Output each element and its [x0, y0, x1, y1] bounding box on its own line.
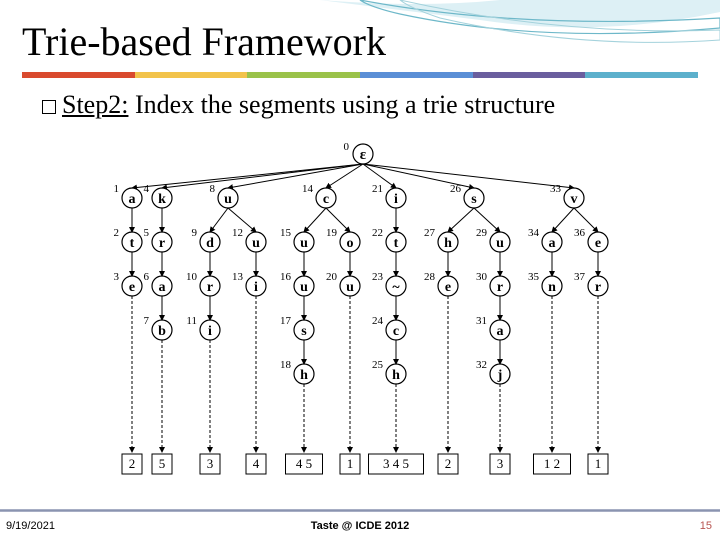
- svg-text:34: 34: [528, 227, 540, 239]
- svg-text:1: 1: [114, 183, 120, 195]
- svg-text:e: e: [595, 236, 601, 251]
- svg-text:u: u: [300, 280, 308, 295]
- svg-text:20: 20: [326, 271, 338, 283]
- svg-text:u: u: [300, 236, 308, 251]
- footer-date: 9/19/2021: [6, 520, 55, 532]
- svg-text:32: 32: [476, 359, 487, 371]
- svg-text:2: 2: [445, 456, 452, 471]
- svg-text:27: 27: [424, 227, 436, 239]
- bullet-icon: [42, 100, 56, 114]
- svg-text:37: 37: [574, 271, 586, 283]
- svg-text:u: u: [224, 192, 232, 207]
- svg-text:n: n: [548, 280, 556, 295]
- svg-text:4: 4: [253, 456, 260, 471]
- svg-text:13: 13: [232, 271, 244, 283]
- svg-text:d: d: [206, 236, 214, 251]
- footer-divider: [0, 509, 720, 512]
- svg-text:2: 2: [129, 456, 136, 471]
- svg-text:10: 10: [186, 271, 198, 283]
- svg-text:14: 14: [302, 183, 314, 195]
- svg-text:24: 24: [372, 315, 384, 327]
- trie-diagram: ε0a1k4u8c14i21s26v33t2e32r5a6b75d9r10i11…: [98, 136, 628, 486]
- svg-text:28: 28: [424, 271, 436, 283]
- svg-text:r: r: [207, 280, 213, 295]
- svg-text:c: c: [393, 324, 399, 339]
- svg-text:r: r: [497, 280, 503, 295]
- svg-text:15: 15: [280, 227, 292, 239]
- svg-text:11: 11: [186, 315, 197, 327]
- svg-text:a: a: [549, 236, 556, 251]
- accent-color-bar: [22, 72, 698, 78]
- svg-text:3: 3: [207, 456, 214, 471]
- svg-text:5: 5: [159, 456, 166, 471]
- svg-text:e: e: [445, 280, 451, 295]
- svg-text:25: 25: [372, 359, 384, 371]
- svg-text:r: r: [159, 236, 165, 251]
- svg-text:e: e: [129, 280, 135, 295]
- svg-text:u: u: [496, 236, 504, 251]
- svg-text:i: i: [208, 324, 212, 339]
- svg-text:3 4 5: 3 4 5: [383, 456, 409, 471]
- svg-text:s: s: [301, 324, 307, 339]
- svg-text:12: 12: [232, 227, 243, 239]
- svg-text:a: a: [497, 324, 504, 339]
- subtitle-step: Step2:: [62, 90, 128, 119]
- svg-text:v: v: [571, 192, 578, 207]
- svg-text:a: a: [129, 192, 136, 207]
- svg-text:i: i: [394, 192, 398, 207]
- svg-text:h: h: [392, 368, 400, 383]
- svg-text:30: 30: [476, 271, 488, 283]
- svg-text:ε: ε: [360, 147, 367, 163]
- svg-text:29: 29: [476, 227, 488, 239]
- svg-text:18: 18: [280, 359, 292, 371]
- svg-text:i: i: [254, 280, 258, 295]
- svg-text:1: 1: [347, 456, 354, 471]
- footer-page-number: 15: [700, 520, 712, 532]
- svg-text:b: b: [158, 324, 166, 339]
- svg-text:16: 16: [280, 271, 292, 283]
- svg-text:~: ~: [392, 280, 400, 295]
- svg-text:a: a: [159, 280, 166, 295]
- svg-text:t: t: [130, 236, 135, 251]
- svg-text:s: s: [471, 192, 477, 207]
- svg-text:c: c: [323, 192, 329, 207]
- svg-text:h: h: [444, 236, 452, 251]
- subtitle-text: Index the segments using a trie structur…: [128, 90, 555, 119]
- slide-subtitle: Step2: Index the segments using a trie s…: [42, 90, 555, 120]
- svg-text:5: 5: [144, 227, 150, 239]
- svg-text:8: 8: [210, 183, 216, 195]
- svg-text:3: 3: [114, 271, 120, 283]
- svg-text:31: 31: [476, 315, 487, 327]
- svg-text:26: 26: [450, 183, 462, 195]
- svg-text:1: 1: [595, 456, 602, 471]
- slide-title: Trie-based Framework: [22, 18, 386, 65]
- svg-text:4: 4: [144, 183, 150, 195]
- svg-text:9: 9: [192, 227, 198, 239]
- svg-text:0: 0: [344, 141, 350, 153]
- svg-text:2: 2: [114, 227, 120, 239]
- svg-text:t: t: [394, 236, 399, 251]
- svg-text:o: o: [347, 236, 354, 251]
- svg-text:u: u: [252, 236, 260, 251]
- svg-text:21: 21: [372, 183, 383, 195]
- footer-center: Taste @ ICDE 2012: [311, 520, 410, 532]
- svg-text:23: 23: [372, 271, 384, 283]
- svg-text:35: 35: [528, 271, 540, 283]
- svg-text:3: 3: [497, 456, 504, 471]
- svg-text:7: 7: [144, 315, 150, 327]
- svg-text:k: k: [158, 192, 166, 207]
- svg-text:36: 36: [574, 227, 586, 239]
- svg-text:r: r: [595, 280, 601, 295]
- svg-text:h: h: [300, 368, 308, 383]
- svg-text:u: u: [346, 280, 354, 295]
- svg-text:19: 19: [326, 227, 338, 239]
- svg-text:6: 6: [144, 271, 150, 283]
- svg-text:4 5: 4 5: [296, 456, 312, 471]
- svg-text:22: 22: [372, 227, 383, 239]
- svg-text:33: 33: [550, 183, 562, 195]
- svg-text:1 2: 1 2: [544, 456, 560, 471]
- svg-text:17: 17: [280, 315, 292, 327]
- svg-text:j: j: [497, 368, 503, 383]
